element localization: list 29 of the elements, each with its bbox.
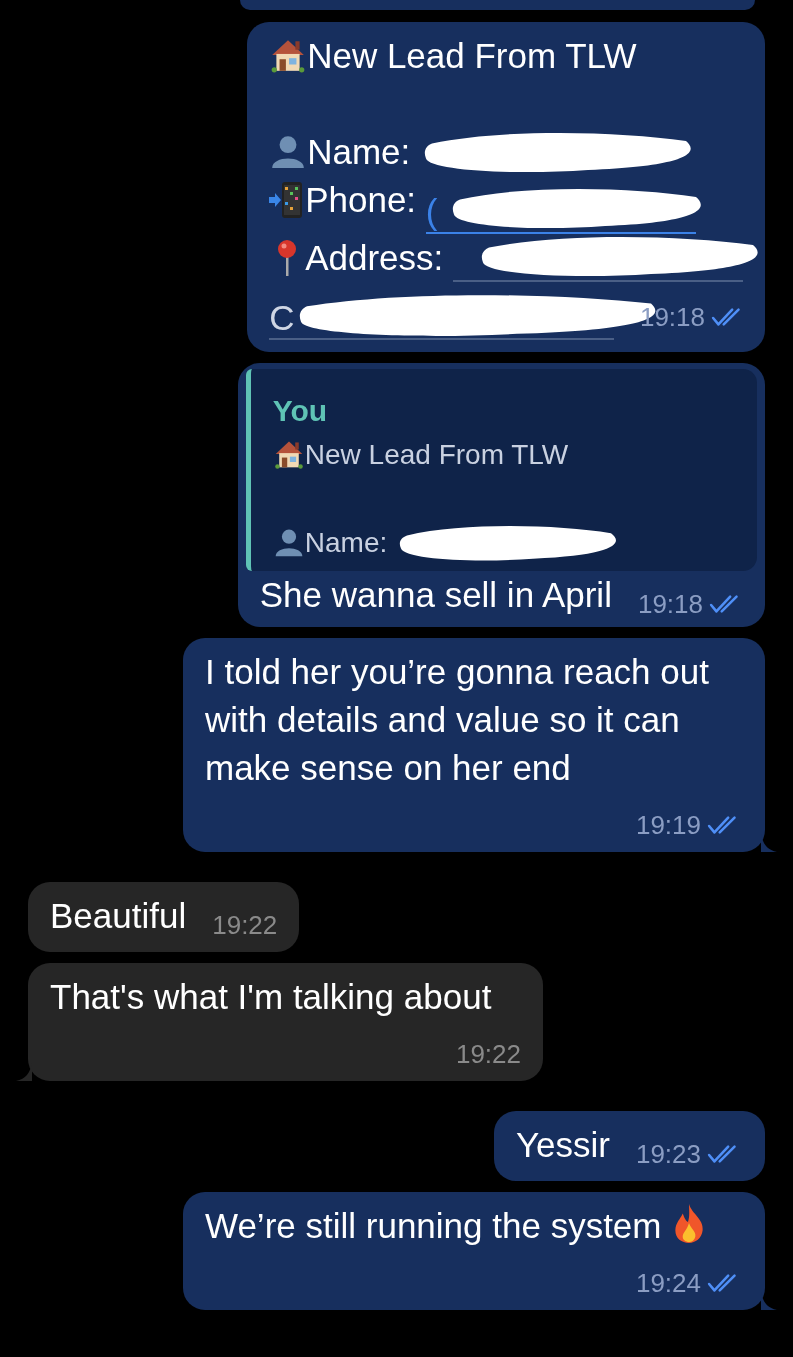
- message-bubble[interactable]: We’re still running the system 19:24: [183, 1192, 765, 1310]
- message-bubble[interactable]: You New Lead From TLW Name: She wanna sell in April 19:18: [237, 363, 765, 627]
- quote-title: New Lead From TLW: [304, 439, 569, 470]
- message-text: That's what I'm talking about: [50, 976, 492, 1018]
- message-bubble[interactable]: That's what I'm talking about 19:22: [28, 963, 543, 1081]
- message-bubble[interactable]: Beautiful 19:22: [28, 882, 300, 952]
- message-text: We’re still running the system: [205, 1205, 662, 1247]
- field-label: Phone:: [305, 180, 417, 219]
- timestamp: 19:19: [635, 810, 701, 840]
- message-text: I told her you’re gonna reach out with details and value so it can make sense on her end: [205, 651, 710, 789]
- message-text: Beautiful: [50, 895, 187, 937]
- timestamp: 19:18: [637, 589, 703, 619]
- field-label: Name:: [307, 132, 411, 171]
- message-text: Yessir: [515, 1124, 610, 1166]
- timestamp: 19:24: [635, 1268, 701, 1298]
- message-text: She wanna sell in April: [259, 574, 612, 616]
- lead-title: New Lead From TLW: [307, 36, 637, 75]
- quoted-message[interactable]: You New Lead From TLW Name:: [245, 369, 757, 571]
- quote-author: You: [272, 393, 329, 429]
- message-bubble[interactable]: Yessir 19:23: [493, 1111, 765, 1181]
- timestamp: 19:22: [212, 910, 278, 940]
- field-label: Address:: [305, 238, 444, 277]
- timestamp: 19:22: [455, 1039, 521, 1069]
- message-bubble[interactable]: I told her you’re gonna reach out with details and value so it can make sense on her end 19:19: [183, 638, 765, 852]
- field-label: Name:: [304, 527, 388, 558]
- timestamp: 19:23: [635, 1139, 701, 1169]
- timestamp: 19:18: [639, 302, 705, 332]
- address-link[interactable]: C: [269, 298, 295, 338]
- message-bubble[interactable]: New Lead From TLW Name: Phone: ( Address: C 19:18: [247, 22, 765, 352]
